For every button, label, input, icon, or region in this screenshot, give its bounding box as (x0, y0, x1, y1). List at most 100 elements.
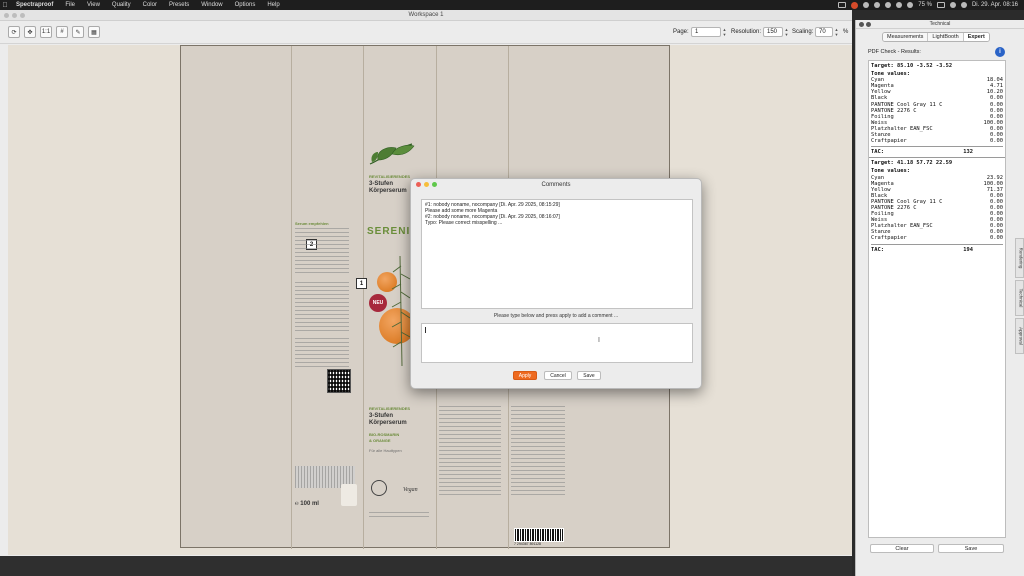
menu-color[interactable]: Color (137, 2, 163, 8)
save-results-button[interactable]: Save (938, 544, 1004, 553)
dialog-window-controls (416, 182, 437, 187)
text-caret (425, 327, 426, 333)
lower-brand-line-4: BIO-ROSMARIN (369, 432, 400, 437)
comment-body: Typo: Please correct misspelling ... (425, 220, 503, 226)
brand-line-1: REVITALISIERENDES (369, 174, 411, 179)
technical-panel: Technical Measurements LightBooth Expert… (855, 20, 1024, 576)
ink-value: 0.00 (990, 235, 1003, 242)
display-icon[interactable] (838, 2, 847, 8)
new-badge: NEU (369, 294, 387, 312)
scaling-stepper[interactable]: ▲ ▼ (834, 27, 839, 37)
window-title: Workspace 1 (408, 12, 444, 18)
rotate-icon: ⟳ (11, 29, 17, 36)
side-tab-label: Rendering (1018, 247, 1024, 269)
page-stepper[interactable]: ▲ ▼ (722, 27, 727, 37)
rotate-button[interactable]: ⟳ (8, 26, 20, 38)
menu-view[interactable]: View (81, 2, 106, 8)
app-status-icon[interactable] (851, 1, 859, 9)
menu-help[interactable]: Help (261, 2, 285, 8)
menubar-status-area: 75 % Di. 29. Apr. 08:16 (838, 1, 1024, 9)
page-field[interactable]: 1 (691, 27, 721, 37)
eyedropper-icon: ✎ (75, 29, 81, 36)
pdf-check-results[interactable]: Target: 85.10 -3.52 -3.52 Tone values: Cya… (868, 60, 1006, 538)
bluetooth-icon[interactable] (896, 2, 903, 8)
side-tab-rendering[interactable]: Rendering (1015, 238, 1024, 278)
fit-icon: ▦ (91, 29, 97, 36)
page-label: Page: (673, 29, 689, 35)
lower-brand-line-6: Für alle Hauttypen (369, 448, 402, 453)
tac-row: TAC: 194 (871, 243, 1003, 253)
lower-brand-line-2: 3-Stufen (369, 413, 393, 419)
body-text-block (295, 282, 349, 332)
panel-tabs: Measurements LightBooth Expert (882, 32, 990, 42)
tac-label: TAC: (871, 149, 884, 156)
label-blank (341, 484, 357, 506)
zoom-dialog-icon[interactable] (432, 182, 437, 187)
leaf-logo-icon (369, 143, 415, 165)
grid-button[interactable]: # (56, 26, 68, 38)
menu-file[interactable]: File (59, 2, 81, 8)
clear-button[interactable]: Clear (870, 544, 934, 553)
ink-value: 0.00 (990, 138, 1003, 145)
fit-view-button[interactable]: ▦ (88, 26, 100, 38)
side-tab-approval[interactable]: Approval (1015, 318, 1024, 354)
sync-icon[interactable] (885, 2, 892, 8)
wifi-icon[interactable] (907, 2, 914, 8)
close-dialog-icon[interactable] (416, 182, 421, 187)
apple-menu-icon[interactable]:  (0, 2, 10, 9)
menu-app[interactable]: Spectraproof (10, 2, 59, 8)
comment-list[interactable]: #1: nobody noname, nocompany [Di. Apr. 2… (421, 199, 693, 309)
panel-close-icon[interactable] (859, 22, 864, 27)
zoom-1to1-button[interactable]: 1:1 (40, 26, 52, 38)
status-bar (0, 556, 852, 576)
control-center-icon[interactable] (960, 2, 967, 8)
minimize-dialog-icon[interactable] (424, 182, 429, 187)
pan-button[interactable]: ✥ (24, 26, 36, 38)
tab-measurements[interactable]: Measurements (883, 33, 929, 41)
dialog-title: Comments (541, 182, 571, 188)
results-label: PDF Check - Results: (868, 49, 921, 55)
eyedropper-button[interactable]: ✎ (72, 26, 84, 38)
side-heading: Serum empfehlen (295, 221, 329, 226)
menu-options[interactable]: Options (229, 2, 262, 8)
fold-line (291, 46, 292, 549)
menu-window[interactable]: Window (195, 2, 228, 8)
side-tab-technical[interactable]: Technical (1015, 280, 1024, 316)
info-button[interactable]: i (995, 47, 1005, 57)
tac-row: TAC: 132 (871, 146, 1003, 155)
tab-expert[interactable]: Expert (963, 33, 989, 41)
battery-icon[interactable] (936, 2, 945, 8)
menubar-clock[interactable]: Di. 29. Apr. 08:16 (972, 2, 1018, 8)
comment-input[interactable]: I (421, 323, 693, 363)
menu-quality[interactable]: Quality (106, 2, 137, 8)
headphones-icon[interactable] (874, 2, 881, 8)
qr-code (327, 369, 351, 393)
menu-presets[interactable]: Presets (163, 2, 195, 8)
body-text-block (295, 338, 349, 368)
cruelty-free-logo-icon (371, 480, 387, 496)
body-text-block (439, 406, 501, 496)
save-comments-button[interactable]: Save (577, 371, 601, 380)
cancel-button[interactable]: Cancel (544, 371, 572, 380)
window-titlebar: Workspace 1 (0, 10, 852, 21)
tac-label: TAC: (871, 246, 884, 253)
comment-marker-1[interactable]: 1 (356, 278, 367, 289)
apply-button[interactable]: Apply (513, 371, 537, 380)
target-values: Target: 41.18 57.72 22.59 (871, 160, 953, 167)
panel-collapse-icon[interactable] (866, 22, 871, 27)
comments-dialog: Comments #1: nobody noname, nocompany [D… (410, 178, 702, 389)
resolution-label: Resolution: (731, 29, 762, 35)
tac-value: 194 (963, 246, 973, 253)
lower-brand-line-1: REVITALISIERENDES (369, 406, 411, 411)
mic-icon[interactable] (863, 2, 870, 8)
resolution-field[interactable]: 150 (763, 27, 783, 37)
search-icon[interactable] (949, 2, 956, 8)
ink-name: Craftpapier (871, 235, 907, 242)
body-text-block (369, 512, 429, 518)
resolution-stepper[interactable]: ▲ ▼ (784, 27, 789, 37)
scaling-field[interactable]: 70 (815, 27, 833, 37)
battery-percentage: 75 % (918, 2, 932, 8)
tab-lightbooth[interactable]: LightBooth (928, 33, 964, 41)
brand-line-2: 3-Stufen (369, 181, 393, 187)
result-section: Target: 85.10 -3.52 -3.52 Tone values: Cya… (869, 63, 1005, 155)
